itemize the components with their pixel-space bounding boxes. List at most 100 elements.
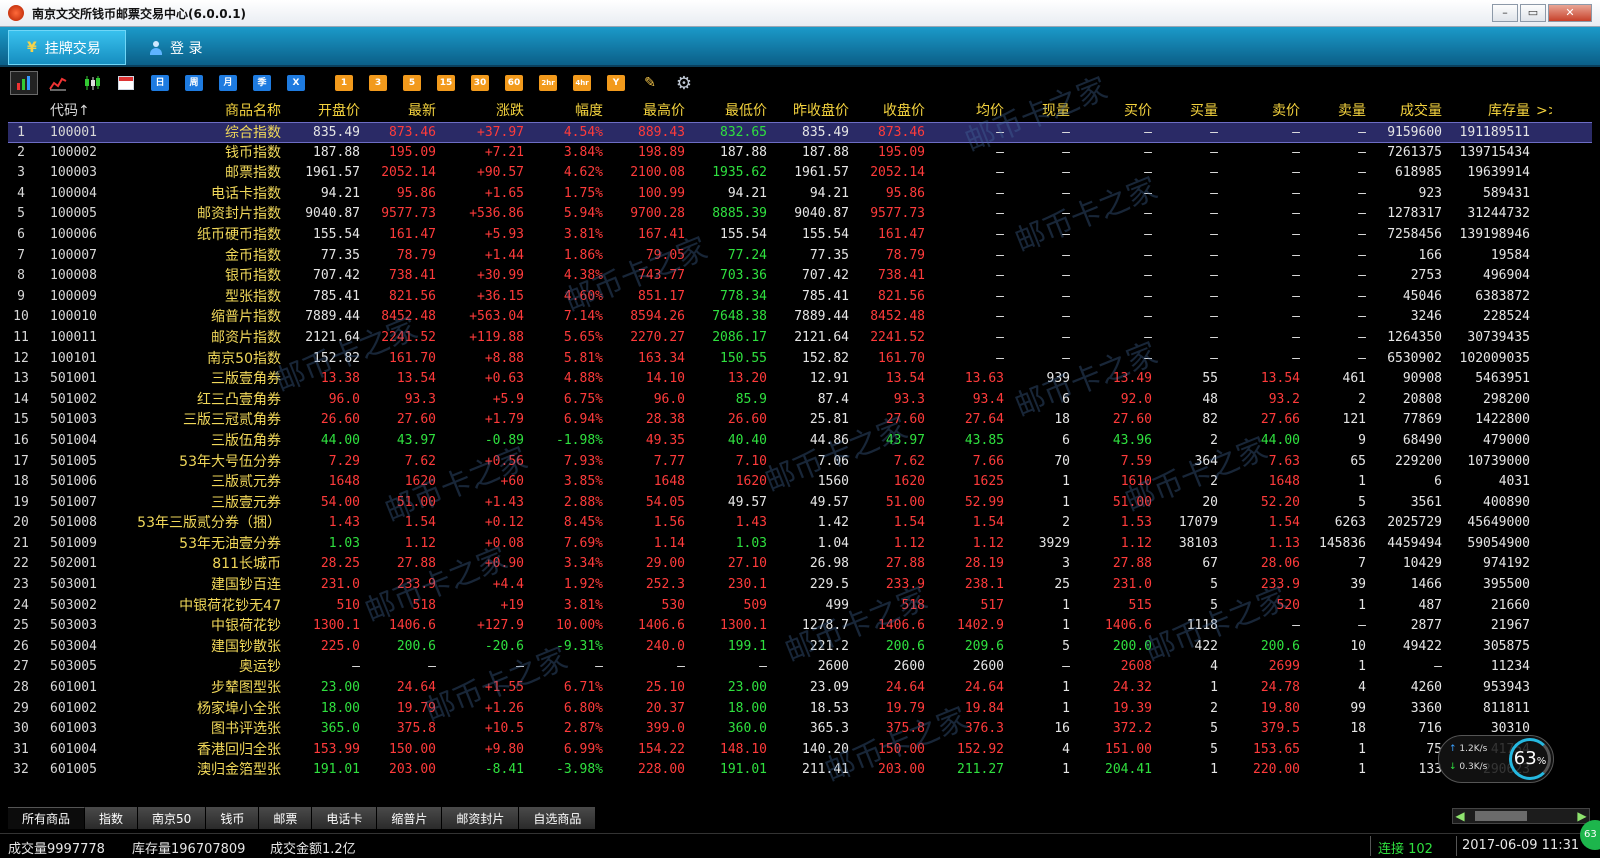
header-bid[interactable]: 买价 <box>1072 100 1154 122</box>
close-price: 24.64 <box>885 680 925 696</box>
header-pct[interactable]: 幅度 <box>526 100 605 122</box>
table-row[interactable]: 22 502001 811长城币 28.25 27.88 +0.90 3.34% 29.00 2… <box>8 554 1592 575</box>
table-row[interactable]: 6 100006 纸币硬币指数 155.54 161.47 +5.93 3.81% 167.4… <box>8 225 1592 246</box>
minute-60-button[interactable]: 60 <box>500 71 528 95</box>
table-row[interactable]: 12 100101 南京50指数 152.82 161.70 +8.88 5.81% 163.… <box>8 349 1592 370</box>
table-row[interactable]: 19 501007 三版壹元券 54.00 51.00 +1.43 2.88% 54.05 49… <box>8 493 1592 514</box>
table-row[interactable]: 15 501003 三版三冠贰角券 26.60 27.60 +1.79 6.94% 28.38… <box>8 410 1592 431</box>
header-stock[interactable]: 库存量 <box>1444 100 1532 122</box>
settings-button[interactable]: ⚙ <box>670 71 698 95</box>
period-week-button[interactable]: 周 <box>180 71 208 95</box>
table-row[interactable]: 23 503001 建国钞百连 231.0 233.9 +4.4 1.92% 252.3 230… <box>8 575 1592 596</box>
table-row[interactable]: 21 501009 53年无油壹分券 1.03 1.12 +0.08 7.69% 1.14 1.… <box>8 534 1592 555</box>
table-row[interactable]: 20 501008 53年三版贰分券（捆） 1.43 1.54 +0.12 8.45% 1.5… <box>8 513 1592 534</box>
period-x-button[interactable]: X <box>282 71 310 95</box>
header-last[interactable]: 最新 <box>362 100 438 122</box>
minimize-button[interactable]: – <box>1492 4 1518 22</box>
table-row[interactable]: 25 503003 中银荷花钞 1300.1 1406.6 +127.9 10.00% 140… <box>8 616 1592 637</box>
product-name: 三版壹元券 <box>211 494 281 511</box>
tab-index[interactable]: 指数 <box>85 807 139 829</box>
table-row[interactable]: 29 601002 杨家埠小全张 18.00 19.79 +1.26 6.80% 20.37 1… <box>8 699 1592 720</box>
header-prev-close[interactable]: 昨收盘价 <box>769 100 851 122</box>
table-row[interactable]: 17 501005 53年大号伍分券 7.29 7.62 +0.56 7.93% 7.77 7.… <box>8 452 1592 473</box>
header-ask[interactable]: 卖价 <box>1220 100 1302 122</box>
period-month-button[interactable]: 月 <box>214 71 242 95</box>
table-row[interactable]: 16 501004 三版伍角券 44.00 43.97 -0.89 -1.98% 49.35 4… <box>8 431 1592 452</box>
table-row[interactable]: 13 501001 三版壹角券 13.38 13.54 +0.63 4.88% 14.10 13… <box>8 369 1592 390</box>
tab-coins[interactable]: 钱币 <box>206 807 260 829</box>
period-season-button[interactable]: 季 <box>248 71 276 95</box>
table-row[interactable]: 32 601005 澳归金箔型张 191.01 203.00 -8.41 -3.98% 228… <box>8 760 1592 781</box>
tab-all-products[interactable]: 所有商品 <box>8 807 86 829</box>
table-row[interactable]: 28 601001 步辇图型张 23.00 24.64 +1.55 6.71% 25.10 23… <box>8 678 1592 699</box>
high-price: 54.05 <box>645 494 685 510</box>
header-close[interactable]: 收盘价 <box>851 100 927 122</box>
header-ask-vol[interactable]: 卖量 <box>1302 100 1368 122</box>
table-row[interactable]: 10 100010 缩普片指数 7889.44 8452.48 +563.04 7.14% 8… <box>8 307 1592 328</box>
table-row[interactable]: 4 100004 电话卡指数 94.21 95.86 +1.65 1.75% 100.99 94… <box>8 184 1592 205</box>
calendar-button[interactable] <box>112 71 140 95</box>
table-row[interactable]: 2 100002 钱币指数 187.88 195.09 +7.21 3.84% 198.89 1… <box>8 143 1592 164</box>
period-day-button[interactable]: 日 <box>146 71 174 95</box>
high-price: 399.0 <box>645 721 685 737</box>
low-price: 187.88 <box>720 144 767 160</box>
row-index: 9 <box>17 288 25 304</box>
table-row[interactable]: 31 601004 香港回归全张 153.99 150.00 +9.80 6.99% 154.… <box>8 740 1592 761</box>
draw-button[interactable]: ✎ <box>636 71 664 95</box>
quote-list-button[interactable] <box>10 71 38 95</box>
table-row[interactable]: 8 100008 银币指数 707.42 738.41 +30.99 4.38% 743.77… <box>8 266 1592 287</box>
horizontal-scrollbar[interactable]: ◀ ▶ <box>1452 808 1590 824</box>
table-row[interactable]: 1 100001 综合指数 835.49 873.46 +37.97 4.54% 889.43… <box>8 122 1592 143</box>
header-low[interactable]: 最低价 <box>687 100 769 122</box>
tab-listed-trade[interactable]: ¥ 挂牌交易 <box>8 30 126 65</box>
table-row[interactable]: 7 100007 金币指数 77.35 78.79 +1.44 1.86% 79.05 77.2… <box>8 246 1592 267</box>
header-open[interactable]: 开盘价 <box>283 100 362 122</box>
scroll-left-icon[interactable]: ◀ <box>1453 808 1467 824</box>
tab-phone-cards[interactable]: 电话卡 <box>312 807 378 829</box>
kline-button[interactable] <box>78 71 106 95</box>
chart-toolbar: 日 周 月 季 X 1 3 5 15 30 60 2hr 4hr Y ✎ ⚙ <box>0 67 1600 99</box>
bid-volume: 4 <box>1210 659 1218 675</box>
table-row[interactable]: 30 601003 图书评选张 365.0 375.8 +10.5 2.87% 399.0 36… <box>8 719 1592 740</box>
hour-4-button[interactable]: 4hr <box>568 71 596 95</box>
header-cur-vol[interactable]: 现量 <box>1006 100 1072 122</box>
scrollbar-thumb[interactable] <box>1475 811 1527 821</box>
table-row[interactable]: 5 100005 邮资封片指数 9040.87 9577.73 +536.86 5.94% 9… <box>8 204 1592 225</box>
tab-watchlist[interactable]: 自选商品 <box>519 807 597 829</box>
volume: 2753 <box>1410 268 1442 284</box>
table-row[interactable]: 11 100011 邮资片指数 2121.64 2241.52 +119.88 5.65% 2… <box>8 328 1592 349</box>
header-code[interactable]: 代码↑ <box>36 100 116 122</box>
table-row[interactable]: 14 501002 红三凸壹角券 96.0 93.3 +5.9 6.75% 96.0 85.9 8… <box>8 390 1592 411</box>
product-name: 红三凸壹角券 <box>197 391 281 408</box>
minute-1-button[interactable]: 1 <box>330 71 358 95</box>
minute-15-button[interactable]: 15 <box>432 71 460 95</box>
login-button[interactable]: 登 录 <box>132 30 220 65</box>
header-name[interactable]: 商品名称 <box>116 100 283 122</box>
minute-30-button[interactable]: 30 <box>466 71 494 95</box>
header-high[interactable]: 最高价 <box>605 100 687 122</box>
header-change[interactable]: 涨跌 <box>438 100 526 122</box>
table-row[interactable]: 18 501006 三版贰元券 1648 1620 +60 3.85% 1648 1620 156… <box>8 472 1592 493</box>
close-button[interactable]: ✕ <box>1548 4 1592 22</box>
line-chart-button[interactable] <box>44 71 72 95</box>
year-button[interactable]: Y <box>602 71 630 95</box>
product-name: 钱币指数 <box>225 144 281 161</box>
minute-3-button[interactable]: 3 <box>364 71 392 95</box>
table-row[interactable]: 3 100003 邮票指数 1961.57 2052.14 +90.57 4.62% 2100… <box>8 163 1592 184</box>
header-bid-vol[interactable]: 买量 <box>1154 100 1220 122</box>
hour-2-button[interactable]: 2hr <box>534 71 562 95</box>
minute-5-button[interactable]: 5 <box>398 71 426 95</box>
table-row[interactable]: 24 503002 中银荷花钞无47 510 518 +19 3.81% 530 509 499 5… <box>8 596 1592 617</box>
tab-stamps[interactable]: 邮票 <box>259 807 313 829</box>
row-index: 6 <box>17 226 25 242</box>
table-row[interactable]: 26 503004 建国钞散张 225.0 200.6 -20.6 -9.31% 240.0 1… <box>8 637 1592 658</box>
tab-nanjing50[interactable]: 南京50 <box>138 807 207 829</box>
tab-postal-covers[interactable]: 邮资封片 <box>442 807 520 829</box>
header-volume[interactable]: 成交量 <box>1368 100 1444 122</box>
header-more-columns[interactable]: >> <box>1532 100 1552 122</box>
maximize-button[interactable]: ▭ <box>1520 4 1546 22</box>
header-avg[interactable]: 均价 <box>927 100 1006 122</box>
table-row[interactable]: 9 100009 型张指数 785.41 821.56 +36.15 4.60% 851.17… <box>8 287 1592 308</box>
table-row[interactable]: 27 503005 奥运钞 — — — — — — 2600 2600 2600 — 2608 4 2699 1… <box>8 657 1592 678</box>
tab-mini-cards[interactable]: 缩普片 <box>377 807 443 829</box>
